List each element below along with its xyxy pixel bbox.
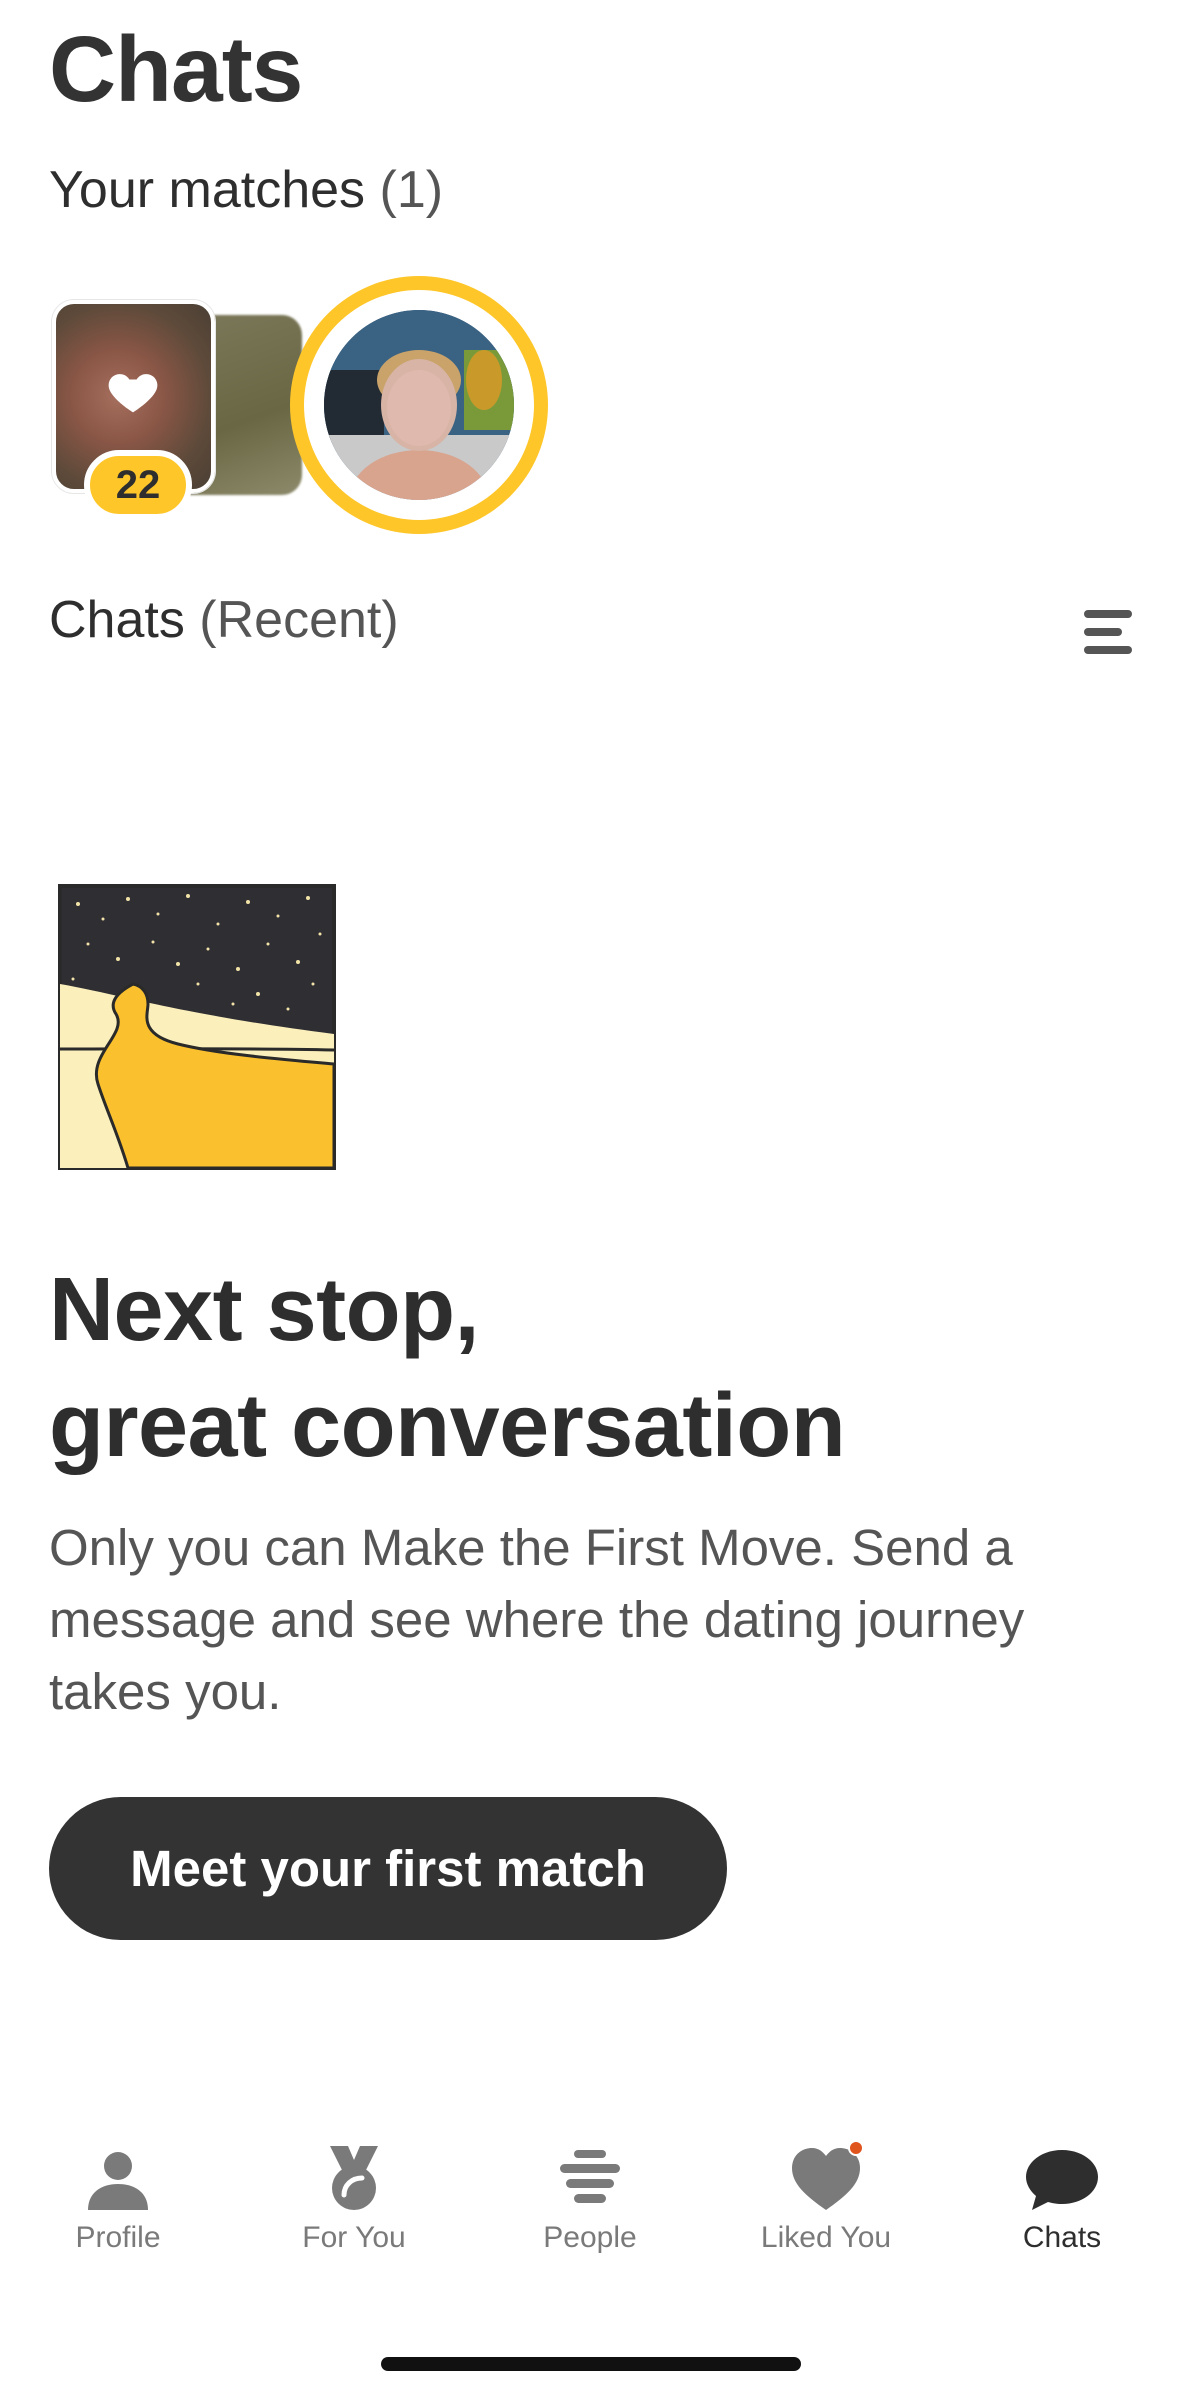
medal-icon — [330, 2146, 378, 2210]
chats-label: Chats — [49, 591, 185, 649]
heart-icon — [792, 2140, 864, 2210]
liked-you-stack[interactable]: 22 — [52, 300, 302, 520]
meet-first-match-button[interactable]: Meet your first match — [49, 1797, 727, 1940]
headline-line-2: great conversation — [49, 1376, 846, 1476]
nav-label-liked-you: Liked You — [760, 2221, 892, 2254]
bottom-navigation: Profile For You People Liked You Chats — [0, 2140, 1179, 2260]
road-at-night-illustration — [58, 884, 336, 1170]
empty-state-headline: Next stop, great conversation — [49, 1252, 846, 1484]
nav-label-chats: Chats — [1022, 2221, 1102, 2254]
avatar-photo — [324, 310, 514, 500]
nav-label-profile: Profile — [75, 2221, 161, 2254]
likes-count-badge: 22 — [84, 450, 192, 520]
matches-count: (1) — [379, 161, 444, 219]
avatar-image — [324, 310, 514, 500]
page-title: Chats — [49, 17, 303, 121]
headline-line-1: Next stop, — [49, 1260, 480, 1360]
matches-label: Your matches — [49, 161, 366, 219]
nav-item-chats[interactable]: Chats — [962, 2140, 1162, 2260]
nav-label-people: People — [543, 2221, 637, 2254]
nav-item-people[interactable]: People — [490, 2140, 690, 2260]
notification-dot — [848, 2140, 864, 2156]
home-indicator — [381, 2357, 801, 2371]
chats-heading[interactable]: Chats (Recent) — [49, 590, 399, 650]
chats-filter: (Recent) — [199, 591, 399, 649]
nav-item-liked-you[interactable]: Liked You — [726, 2140, 926, 2260]
person-icon — [88, 2152, 148, 2210]
matches-heading: Your matches (1) — [49, 160, 443, 220]
nav-item-for-you[interactable]: For You — [254, 2140, 454, 2260]
sort-menu-icon[interactable] — [1080, 606, 1136, 658]
chat-bubble-icon — [1026, 2150, 1098, 2210]
empty-state-description: Only you can Make the First Move. Send a… — [49, 1519, 1025, 1720]
nav-label-for-you: For You — [302, 2221, 406, 2254]
nav-item-profile[interactable]: Profile — [18, 2140, 218, 2260]
heart-icon — [108, 374, 158, 413]
stack-icon — [560, 2150, 620, 2203]
match-avatar[interactable] — [290, 276, 548, 534]
